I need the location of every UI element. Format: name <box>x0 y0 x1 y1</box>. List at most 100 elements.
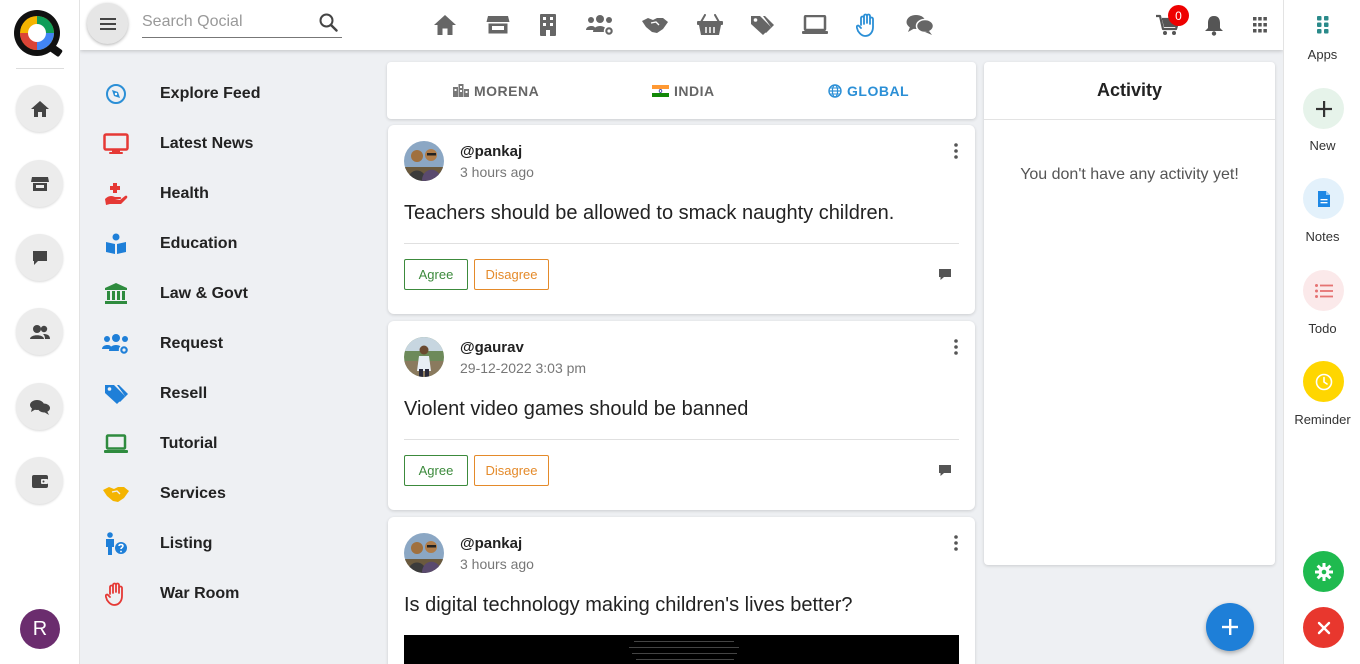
todo-button[interactable]: Todo <box>1284 270 1360 338</box>
search-input[interactable] <box>142 10 312 34</box>
chat-rail-button[interactable] <box>16 234 63 281</box>
more-options-icon[interactable] <box>950 337 962 357</box>
create-post-button[interactable] <box>1206 603 1254 651</box>
qocial-logo[interactable] <box>12 8 64 60</box>
more-options-icon[interactable] <box>950 533 962 553</box>
hamburger-icon <box>99 17 116 30</box>
sidebar-item-listing[interactable]: Listing <box>102 529 212 559</box>
post-username[interactable]: @pankaj <box>460 535 522 552</box>
tab-global[interactable]: GLOBAL <box>828 62 909 119</box>
sidebar-item-law-govt[interactable]: Law & Govt <box>102 279 248 309</box>
new-circle <box>1303 88 1344 129</box>
new-button[interactable]: New <box>1284 88 1360 156</box>
nav-tags-icon[interactable] <box>748 11 776 39</box>
tab-morena[interactable]: MORENA <box>453 62 539 119</box>
notes-circle <box>1303 178 1344 219</box>
nav-home-icon[interactable] <box>431 11 459 39</box>
top-bar: 0 <box>80 0 1283 50</box>
settings-button[interactable] <box>1303 551 1344 592</box>
post-username[interactable]: @gaurav <box>460 339 524 356</box>
plus-icon <box>1222 619 1238 635</box>
agree-button[interactable]: Agree <box>404 259 468 290</box>
todo-label: Todo <box>1308 321 1337 336</box>
feed-tabs: MORENA INDIA GLOBAL <box>387 62 976 119</box>
sidebar-item-label: Resell <box>160 385 208 402</box>
nav-building-icon[interactable] <box>534 11 562 39</box>
bell-icon[interactable] <box>1200 11 1228 39</box>
plus-icon <box>1315 100 1332 117</box>
friends-rail-button[interactable] <box>16 308 63 355</box>
reminder-circle <box>1303 361 1344 402</box>
sidebar-item-label: Law & Govt <box>160 285 249 302</box>
post-media-image[interactable] <box>404 635 959 664</box>
close-button[interactable] <box>1303 607 1344 648</box>
compass-icon <box>102 80 130 108</box>
home-rail-button[interactable] <box>16 85 63 132</box>
sidebar-item-label: Services <box>160 485 226 502</box>
post-avatar[interactable] <box>404 141 444 181</box>
close-icon <box>1317 621 1330 634</box>
tab-label: GLOBAL <box>847 82 910 99</box>
disagree-button[interactable]: Disagree <box>474 455 549 486</box>
file-icon <box>1317 190 1330 207</box>
menu-button[interactable] <box>87 3 128 44</box>
nav-laptop-icon[interactable] <box>801 11 829 39</box>
comment-icon[interactable] <box>938 268 952 281</box>
post-username[interactable]: @pankaj <box>460 143 522 160</box>
comment-icon[interactable] <box>938 464 952 477</box>
apps-button[interactable]: Apps <box>1284 14 1360 64</box>
reminder-button[interactable]: Reminder <box>1284 361 1360 429</box>
reminder-label: Reminder <box>1294 412 1351 427</box>
store-icon <box>30 176 49 191</box>
sidebar-item-request[interactable]: Request <box>102 329 223 359</box>
disagree-button[interactable]: Disagree <box>474 259 549 290</box>
nav-store-icon[interactable] <box>484 11 512 39</box>
activity-divider <box>984 119 1275 120</box>
messages-rail-button[interactable] <box>16 383 63 430</box>
sidebar-item-latest-news[interactable]: Latest News <box>102 129 253 159</box>
grid-menu-icon[interactable] <box>1246 11 1274 39</box>
sidebar-item-services[interactable]: Services <box>102 479 226 509</box>
handshake-icon <box>102 480 130 508</box>
list-icon <box>1314 283 1333 298</box>
home-icon <box>30 100 49 117</box>
post-avatar[interactable] <box>404 533 444 573</box>
search-icon[interactable] <box>319 13 338 32</box>
user-avatar[interactable]: R <box>20 609 60 649</box>
users-cog-icon <box>102 330 130 358</box>
person-question-icon <box>102 530 130 558</box>
post-timestamp: 29-12-2022 3:03 pm <box>460 360 587 376</box>
right-rail: Apps New Notes Todo Reminder <box>1283 0 1360 664</box>
sidebar-item-label: Health <box>160 185 209 202</box>
post-text: Violent video games should be banned <box>404 398 749 420</box>
nav-comments-icon[interactable] <box>906 11 934 39</box>
landmark-icon <box>102 280 130 308</box>
nav-users-cog-icon[interactable] <box>586 11 614 39</box>
nav-war-room-icon[interactable] <box>853 11 881 39</box>
comment-icon <box>32 250 47 265</box>
wallet-rail-button[interactable] <box>16 457 63 504</box>
notes-button[interactable]: Notes <box>1284 178 1360 246</box>
tab-india[interactable]: INDIA <box>652 62 715 119</box>
sidebar-item-label: Explore Feed <box>160 85 261 102</box>
sidebar-item-explore-feed[interactable]: Explore Feed <box>102 79 260 109</box>
sidebar-item-resell[interactable]: Resell <box>102 379 207 409</box>
post-card: @pankaj 3 hours ago Is digital technolog… <box>388 517 975 664</box>
sidebar-item-war-room[interactable]: War Room <box>102 579 239 609</box>
todo-circle <box>1303 270 1344 311</box>
nav-handshake-icon[interactable] <box>641 11 669 39</box>
gear-icon <box>1314 562 1333 581</box>
nav-basket-icon[interactable] <box>696 11 724 39</box>
sidebar-item-tutorial[interactable]: Tutorial <box>102 429 217 459</box>
cart-count-badge: 0 <box>1168 5 1189 26</box>
sidebar-item-education[interactable]: Education <box>102 229 237 259</box>
post-text: Teachers should be allowed to smack naug… <box>404 202 895 224</box>
sidebar-item-label: Request <box>160 335 224 352</box>
more-options-icon[interactable] <box>950 141 962 161</box>
post-avatar[interactable] <box>404 337 444 377</box>
store-rail-button[interactable] <box>16 160 63 207</box>
notes-label: Notes <box>1305 229 1340 244</box>
sidebar-item-health[interactable]: Health <box>102 179 209 209</box>
post-card: @pankaj 3 hours ago Teachers should be a… <box>388 125 975 314</box>
agree-button[interactable]: Agree <box>404 455 468 486</box>
